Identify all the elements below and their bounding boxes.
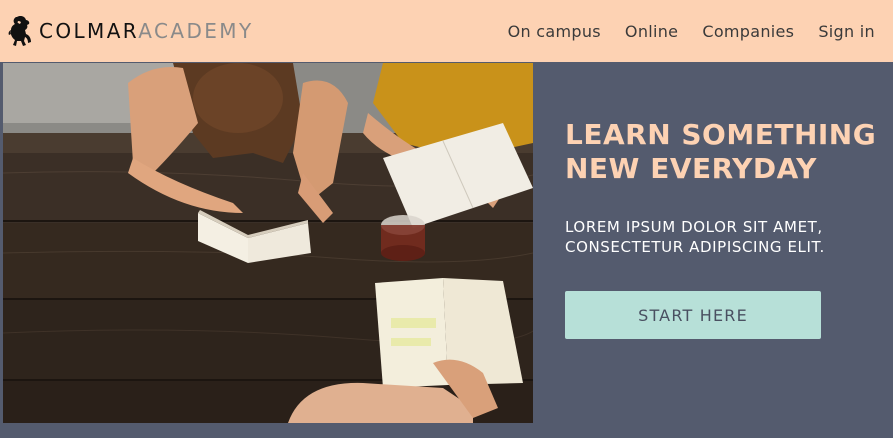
main-nav: On campus Online Companies Sign in bbox=[508, 22, 893, 41]
hero-panel: LEARN SOMETHING NEW EVERYDAY LOREM IPSUM… bbox=[533, 63, 893, 423]
hero-subheadline: LOREM IPSUM DOLOR SIT AMET, CONSECTETUR … bbox=[565, 218, 825, 256]
hero-image bbox=[3, 63, 533, 423]
nav-sign-in[interactable]: Sign in bbox=[818, 22, 875, 41]
brand-secondary: ACADEMY bbox=[138, 19, 254, 43]
brand-primary: COLMAR bbox=[39, 19, 139, 43]
students-studying-photo bbox=[3, 63, 533, 423]
site-header: COLMARACADEMY On campus Online Companies… bbox=[0, 0, 893, 62]
lion-icon bbox=[8, 16, 31, 46]
brand-wordmark: COLMARACADEMY bbox=[39, 21, 254, 41]
page-bottom-strip bbox=[0, 423, 893, 438]
start-here-button[interactable]: START HERE bbox=[565, 291, 821, 339]
nav-companies[interactable]: Companies bbox=[702, 22, 794, 41]
nav-on-campus[interactable]: On campus bbox=[508, 22, 601, 41]
brand-logo[interactable]: COLMARACADEMY bbox=[0, 15, 254, 47]
hero-headline: LEARN SOMETHING NEW EVERYDAY bbox=[565, 118, 877, 185]
nav-online[interactable]: Online bbox=[625, 22, 678, 41]
